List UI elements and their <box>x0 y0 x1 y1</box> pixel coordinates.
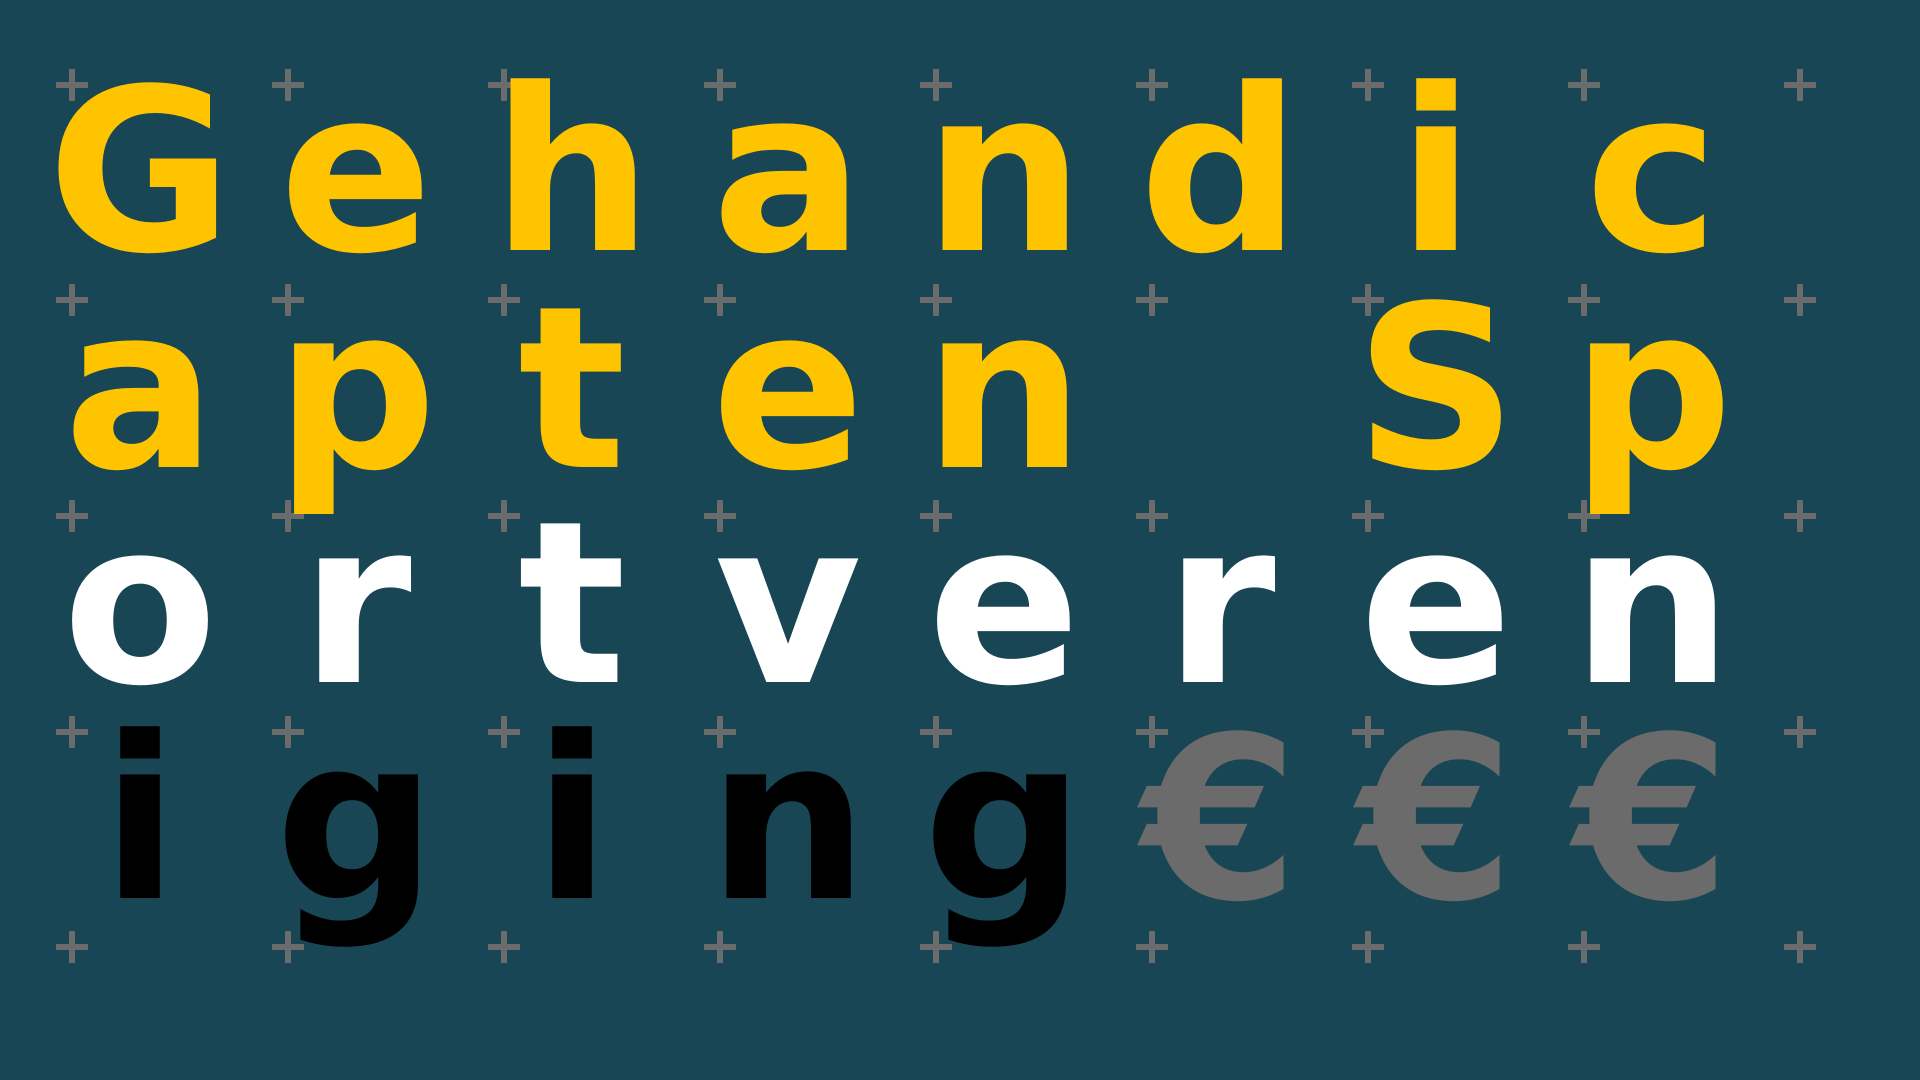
grid-letter: c <box>1585 40 1719 304</box>
grid-letter: v <box>714 472 862 736</box>
grid-letter: S <box>1354 257 1518 521</box>
grid-letter: € <box>1357 688 1515 952</box>
grid-letter: p <box>275 257 437 521</box>
grid-letter: r <box>300 472 412 736</box>
grid-letter: n <box>923 40 1085 304</box>
grid-letter <box>1120 277 1320 503</box>
plus-icon <box>1784 284 1816 316</box>
grid-letter: € <box>1141 688 1299 952</box>
grid-letter: n <box>923 257 1085 521</box>
grid-letter: n <box>1571 472 1733 736</box>
grid-letter: g <box>923 688 1085 952</box>
grid-letter: g <box>275 688 437 952</box>
grid-letter: i <box>1397 40 1475 304</box>
plus-icon <box>1784 500 1816 532</box>
grid-letter: e <box>711 257 865 521</box>
plus-icon <box>488 931 520 963</box>
grid-letter: n <box>707 688 869 952</box>
grid-letter: e <box>279 40 433 304</box>
plus-icon <box>1784 931 1816 963</box>
letter-grid-graphic: Gehandicapten Sp o r t v e r e n i g i n g € € € <box>0 0 1920 1080</box>
grid-letter: a <box>63 257 217 521</box>
grid-letter: a <box>711 40 865 304</box>
plus-icon <box>1784 716 1816 748</box>
plus-icon <box>56 931 88 963</box>
grid-letter: t <box>517 472 627 736</box>
grid-letter: i <box>533 688 611 952</box>
plus-icon <box>1784 69 1816 101</box>
grid-letter: t <box>517 257 627 521</box>
grid-letter: e <box>1359 472 1513 736</box>
grid-letter: i <box>101 688 179 952</box>
grid-letter: o <box>62 472 218 736</box>
grid-letter: € <box>1573 688 1731 952</box>
grid-letter: G <box>47 40 233 304</box>
grid-letter: d <box>1139 40 1301 304</box>
grid-letter: h <box>491 40 653 304</box>
grid-letter: e <box>927 472 1081 736</box>
grid-letter: r <box>1164 472 1276 736</box>
grid-letter: p <box>1571 257 1733 521</box>
